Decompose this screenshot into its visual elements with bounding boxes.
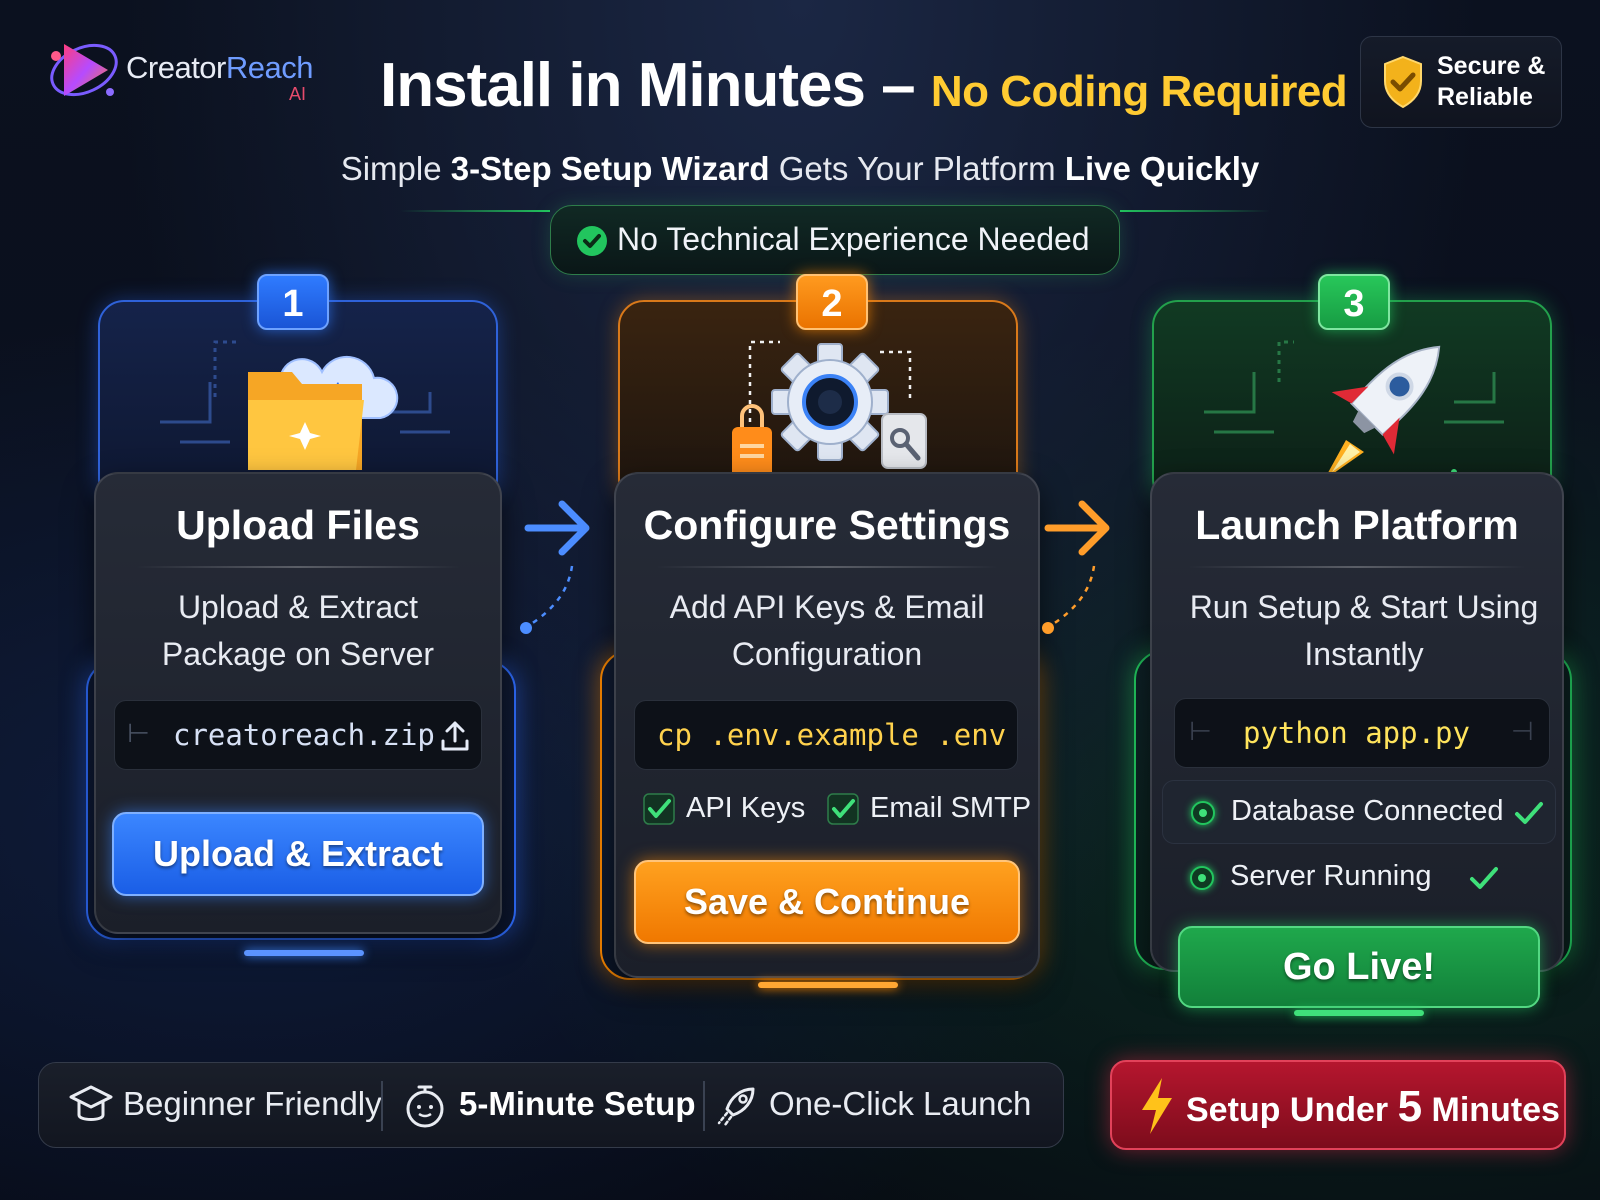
title-accent: No Coding Required bbox=[930, 67, 1348, 116]
brand-suffix: AI bbox=[289, 84, 307, 104]
features-bar: Beginner Friendly 5-Minute Setup One-Cli… bbox=[38, 1062, 1064, 1148]
feature-one-click-launch: One-Click Launch bbox=[769, 1085, 1032, 1122]
step1-title: Upload Files bbox=[176, 502, 420, 548]
secure-reliable-badge: Secure & Reliable bbox=[1360, 36, 1562, 128]
step3-divider bbox=[1188, 566, 1526, 568]
status-dot-icon bbox=[1190, 866, 1214, 890]
step3-number-badge: 3 bbox=[1318, 274, 1390, 330]
step2-code-box: cp .env.example .env bbox=[634, 700, 1018, 770]
setup-under-5-minutes-badge: Setup Under 5 Minutes bbox=[1110, 1060, 1566, 1150]
code-decor-icon: ⊣ bbox=[1511, 717, 1534, 747]
step3-code-box: ⊢ python app.py ⊣ bbox=[1174, 698, 1550, 768]
step2-code: cp .env.example .env bbox=[657, 718, 1007, 752]
step1-divider bbox=[136, 566, 460, 568]
page-title: Install in Minutes – No Coding Required bbox=[380, 51, 1348, 120]
code-decor-icon: ⊢ bbox=[127, 719, 150, 749]
play-logo-icon bbox=[50, 43, 118, 97]
step1-card: Upload Files Upload & Extract Package on… bbox=[94, 472, 502, 934]
promo-text: Setup Under 5 Minutes bbox=[1186, 1082, 1560, 1131]
arrow-right-icon bbox=[1042, 500, 1110, 634]
shield-icon bbox=[1384, 55, 1422, 109]
graduation-cap-icon bbox=[69, 1085, 113, 1121]
check-circle-icon bbox=[577, 226, 607, 256]
code-decor-icon: ⊢ bbox=[1189, 717, 1212, 747]
step1-number-badge: 1 bbox=[257, 274, 329, 330]
status-dot-icon bbox=[1191, 801, 1215, 825]
status-server: Server Running bbox=[1162, 848, 1556, 908]
save-continue-button[interactable]: Save & Continue bbox=[634, 860, 1020, 944]
checkbox-checked-icon[interactable] bbox=[826, 792, 860, 826]
step1-glow-bar bbox=[244, 950, 364, 956]
check-email-smtp: Email SMTP bbox=[870, 792, 1032, 824]
status-database-label: Database Connected bbox=[1231, 795, 1504, 827]
checkbox-checked-icon[interactable] bbox=[642, 792, 676, 826]
step1-code: creatoreach.zip bbox=[173, 718, 435, 752]
rocket-outline-icon bbox=[717, 1087, 755, 1127]
feature-separator bbox=[703, 1081, 705, 1131]
step2-title: Configure Settings bbox=[643, 502, 1011, 548]
step2-divider bbox=[656, 566, 998, 568]
step2-card: Configure Settings Add API Keys & Email … bbox=[614, 472, 1040, 978]
brand-logo: CreatorReach AI bbox=[46, 30, 326, 110]
badge-line-2: Reliable bbox=[1437, 83, 1533, 111]
upload-extract-button[interactable]: Upload & Extract bbox=[112, 812, 484, 896]
stopwatch-icon bbox=[406, 1085, 444, 1128]
feature-beginner-friendly: Beginner Friendly bbox=[123, 1085, 382, 1122]
arrow-right-icon bbox=[520, 500, 590, 634]
no-experience-pill: No Technical Experience Needed bbox=[550, 205, 1120, 275]
step1-description: Upload & Extract Package on Server bbox=[161, 589, 435, 672]
step2-description: Add API Keys & Email Configuration bbox=[669, 589, 985, 672]
feature-5-minute-setup: 5-Minute Setup bbox=[459, 1085, 696, 1122]
check-icon bbox=[1515, 802, 1543, 824]
check-api-keys: API Keys bbox=[686, 792, 806, 824]
step3-glow-bar bbox=[1294, 1010, 1424, 1016]
pill-text: No Technical Experience Needed bbox=[617, 221, 1090, 257]
step2-number-badge: 2 bbox=[796, 274, 868, 330]
step3-title: Launch Platform bbox=[1195, 502, 1519, 548]
step1-code-box: ⊢ creatoreach.zip bbox=[114, 700, 482, 770]
upload-icon[interactable] bbox=[439, 719, 471, 753]
check-icon bbox=[1470, 867, 1498, 889]
pill-line-left bbox=[400, 210, 550, 212]
step3-code: python app.py bbox=[1243, 716, 1470, 750]
subtitle: Simple 3-Step Setup Wizard Gets Your Pla… bbox=[340, 150, 1260, 187]
status-server-label: Server Running bbox=[1230, 860, 1432, 892]
badge-line-1: Secure & bbox=[1437, 52, 1546, 80]
step2-glow-bar bbox=[758, 982, 898, 988]
status-database: Database Connected bbox=[1162, 780, 1556, 844]
step2-checklist: API Keys Email SMTP bbox=[638, 786, 1031, 832]
step3-card: Launch Platform Run Setup & Start Using … bbox=[1150, 472, 1564, 972]
step3-description: Run Setup & Start Using Instantly bbox=[1189, 589, 1539, 672]
go-live-button[interactable]: Go Live! bbox=[1178, 926, 1540, 1008]
pill-line-right bbox=[1120, 210, 1270, 212]
feature-separator bbox=[381, 1081, 383, 1131]
lightning-icon bbox=[1142, 1078, 1172, 1134]
brand-name: CreatorReach bbox=[126, 50, 313, 85]
